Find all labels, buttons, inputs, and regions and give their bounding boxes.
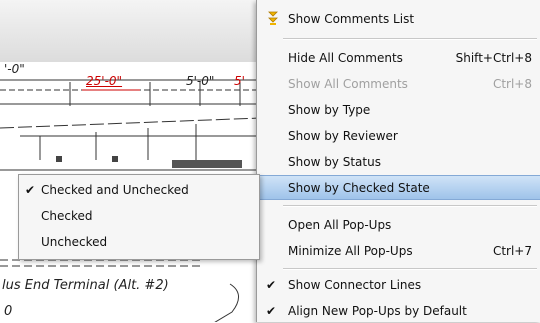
checked-state-submenu: ✔ Checked and Unchecked Checked Unchecke… — [18, 174, 260, 260]
menu-item-shortcut: Shift+Ctrl+8 — [455, 50, 532, 65]
menu-item-label: Show All Comments — [288, 76, 408, 91]
menu-item-label: Show Comments List — [288, 11, 415, 26]
submenu-item-label: Checked — [41, 209, 93, 223]
menu-item-label: Show by Status — [288, 154, 381, 169]
submenu-item-label: Checked and Unchecked — [41, 183, 189, 197]
checkmark-icon: ✔ — [25, 183, 36, 197]
menu-item-align-new-popups[interactable]: ✔ Align New Pop-Ups by Default — [258, 298, 540, 323]
menu-separator — [283, 205, 537, 207]
menu-item-show-by-type[interactable]: Show by Type — [258, 97, 540, 122]
comments-list-icon — [268, 11, 278, 25]
menu-item-show-all-comments[interactable]: Show All Comments Ctrl+8 — [258, 71, 540, 96]
dimension-text-left: '-0" — [4, 62, 25, 76]
menu-item-label: Show by Reviewer — [288, 128, 398, 143]
checkmark-icon: ✔ — [266, 303, 277, 318]
menu-item-show-by-checked-state[interactable]: Show by Checked State — [258, 175, 540, 200]
menu-item-label: Minimize All Pop-Ups — [288, 243, 413, 258]
comments-context-menu: Show Comments List Hide All Comments Shi… — [256, 0, 540, 322]
menu-item-show-by-reviewer[interactable]: Show by Reviewer — [258, 123, 540, 148]
menu-item-show-connector-lines[interactable]: ✔ Show Connector Lines — [258, 272, 540, 297]
dimension-text-right-b: 5' — [234, 74, 245, 88]
menu-item-show-by-status[interactable]: Show by Status — [258, 149, 540, 174]
dimension-text-mid: 25'-0" — [86, 74, 123, 88]
menu-separator — [283, 38, 537, 40]
submenu-item-unchecked[interactable]: Unchecked — [19, 230, 259, 254]
menu-item-show-comments-list[interactable]: Show Comments List — [258, 6, 540, 31]
submenu-item-checked-and-unchecked[interactable]: ✔ Checked and Unchecked — [19, 178, 259, 202]
drawing-fragment: 0 — [4, 304, 13, 319]
submenu-item-label: Unchecked — [41, 235, 108, 249]
menu-item-label: Show Connector Lines — [288, 277, 422, 292]
menu-item-shortcut: Ctrl+7 — [492, 243, 532, 258]
menu-item-label: Show by Type — [288, 102, 371, 117]
menu-item-label: Show by Checked State — [288, 180, 430, 195]
dimension-text-right-a: 5'-0" — [186, 74, 215, 88]
menu-item-open-all-popups[interactable]: Open All Pop-Ups — [258, 212, 540, 237]
menu-item-label: Open All Pop-Ups — [288, 217, 392, 232]
menu-item-minimize-all-popups[interactable]: Minimize All Pop-Ups Ctrl+7 — [258, 238, 540, 263]
menu-item-shortcut: Ctrl+8 — [492, 76, 532, 91]
menu-item-hide-all-comments[interactable]: Hide All Comments Shift+Ctrl+8 — [258, 45, 540, 70]
menu-item-label: Align New Pop-Ups by Default — [288, 303, 467, 318]
menu-item-label: Hide All Comments — [288, 50, 403, 65]
terminal-note: lus End Terminal (Alt. #2) — [2, 278, 169, 293]
menu-separator — [283, 268, 537, 270]
checkmark-icon: ✔ — [266, 277, 277, 292]
submenu-item-checked[interactable]: Checked — [19, 204, 259, 228]
